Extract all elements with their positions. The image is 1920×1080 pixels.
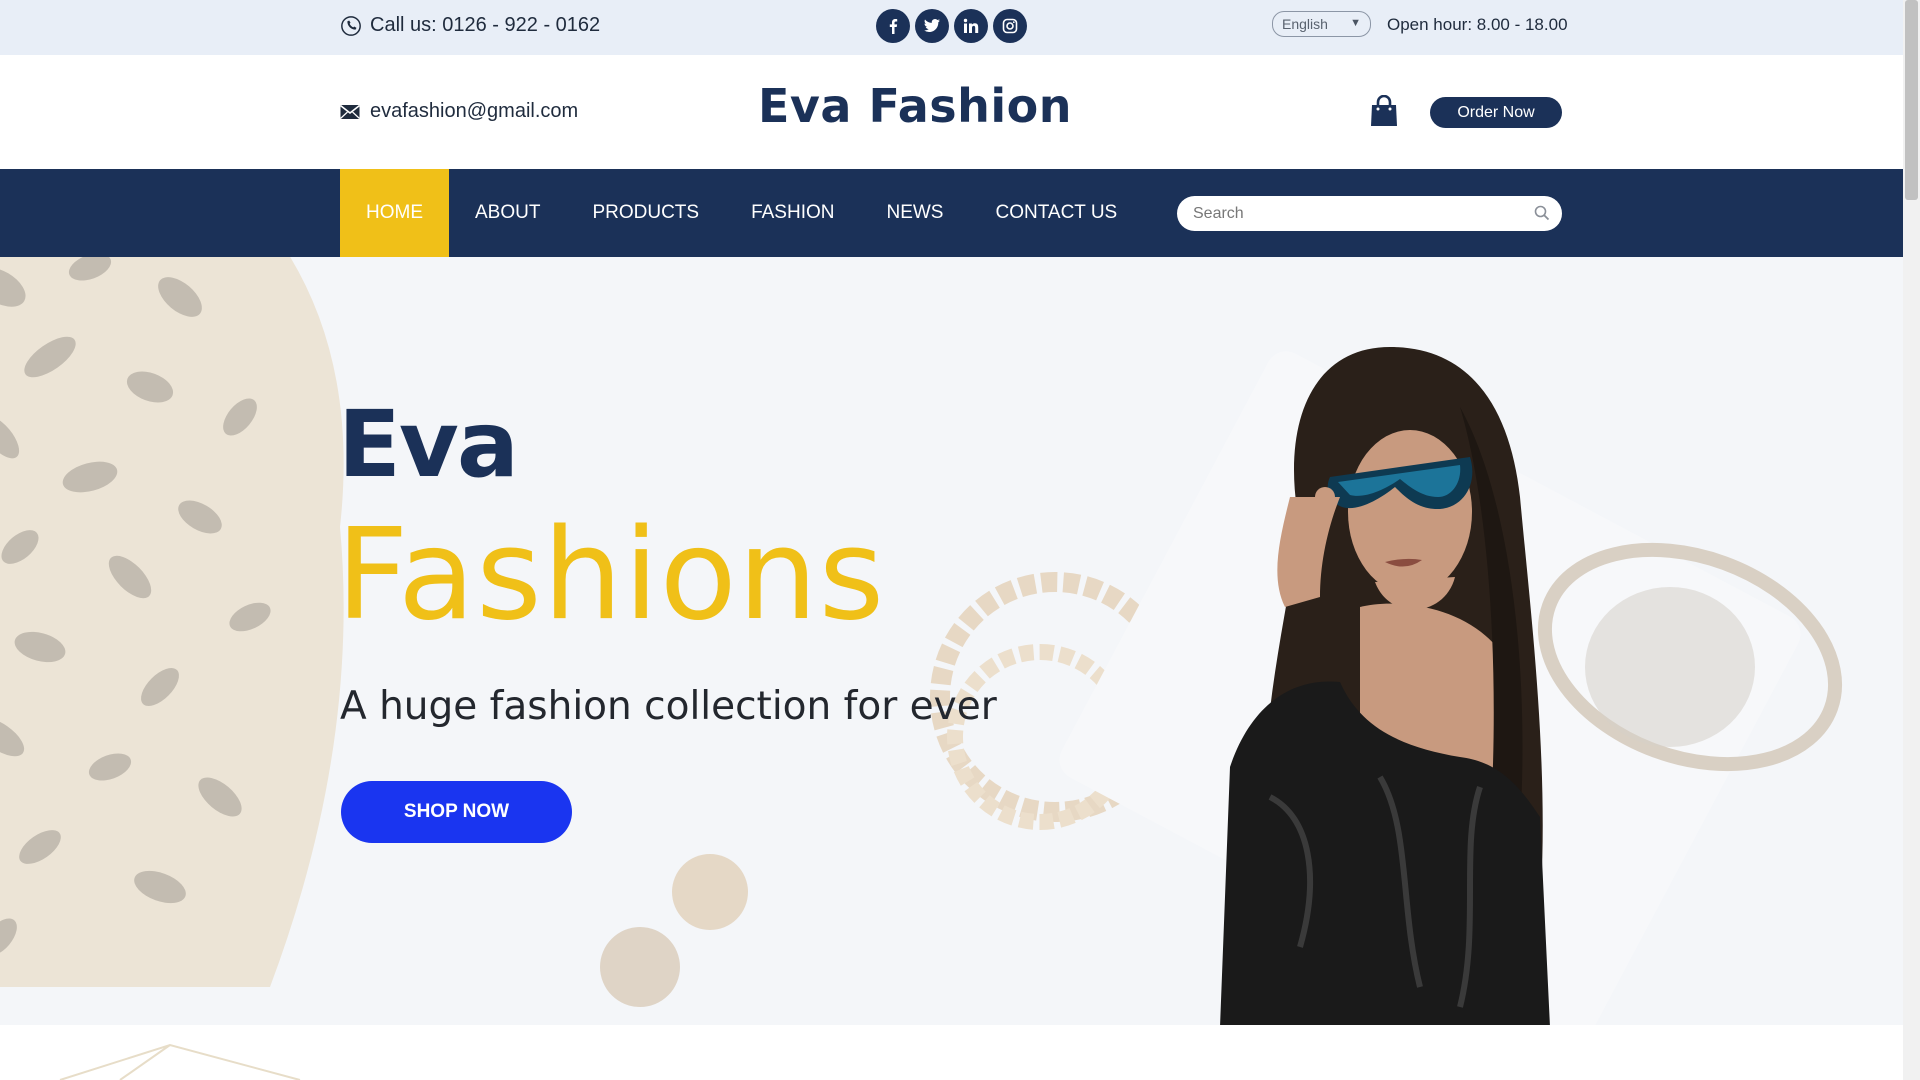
nav-item-fashion[interactable]: FASHION [725, 169, 860, 257]
shopping-bag-icon[interactable] [1370, 95, 1398, 127]
site-header: evafashion@gmail.com Eva Fashion Order N… [0, 55, 1903, 169]
search-box [1177, 196, 1562, 231]
main-nav: HOME ABOUT PRODUCTS FASHION NEWS CONTACT… [0, 169, 1903, 257]
mail-icon [340, 104, 360, 119]
shop-now-button[interactable]: SHOP NOW [341, 781, 572, 843]
email-contact[interactable]: evafashion@gmail.com [340, 100, 578, 123]
nav-item-contact-us[interactable]: CONTACT US [969, 169, 1143, 257]
search-input[interactable] [1193, 196, 1523, 231]
phone-icon [341, 15, 361, 36]
nav-menu: HOME ABOUT PRODUCTS FASHION NEWS CONTACT… [340, 169, 1143, 257]
nav-item-news[interactable]: NEWS [860, 169, 969, 257]
facebook-icon[interactable] [876, 9, 910, 43]
social-links [876, 9, 1027, 43]
nav-item-home[interactable]: HOME [340, 169, 449, 257]
hero-title-fashions: Fashions [336, 501, 886, 648]
opening-hours: Open hour: 8.00 - 18.00 [1387, 15, 1568, 34]
language-select[interactable]: English ▼ [1272, 11, 1371, 37]
hero-banner: Eva Fashions A huge fashion collection f… [0, 257, 1903, 1025]
site-logo[interactable]: Eva Fashion [758, 79, 1072, 133]
model-with-sunglasses-image [1220, 347, 1550, 1025]
page-scrollbar[interactable] [1903, 0, 1920, 1080]
nav-item-products[interactable]: PRODUCTS [566, 169, 725, 257]
order-now-button[interactable]: Order Now [1430, 97, 1562, 128]
twitter-icon[interactable] [915, 9, 949, 43]
next-section [0, 1025, 1903, 1080]
language-value: English [1282, 16, 1328, 32]
instagram-icon[interactable] [993, 9, 1027, 43]
phone-text: Call us: 0126 - 922 - 0162 [370, 14, 601, 36]
scrollbar-thumb[interactable] [1905, 0, 1918, 200]
phone-contact[interactable]: Call us: 0126 - 922 - 0162 [340, 14, 600, 37]
hero-subtitle: A huge fashion collection for ever [340, 684, 997, 729]
hero-title-eva: Eva [338, 391, 519, 498]
nav-item-about[interactable]: ABOUT [449, 169, 566, 257]
decorative-lines [59, 1043, 301, 1080]
linkedin-icon[interactable] [954, 9, 988, 43]
top-bar: Call us: 0126 - 922 - 0162 English ▼ Ope… [0, 0, 1903, 55]
search-icon[interactable] [1534, 205, 1550, 221]
chevron-down-icon: ▼ [1350, 17, 1361, 29]
email-text: evafashion@gmail.com [370, 100, 579, 122]
